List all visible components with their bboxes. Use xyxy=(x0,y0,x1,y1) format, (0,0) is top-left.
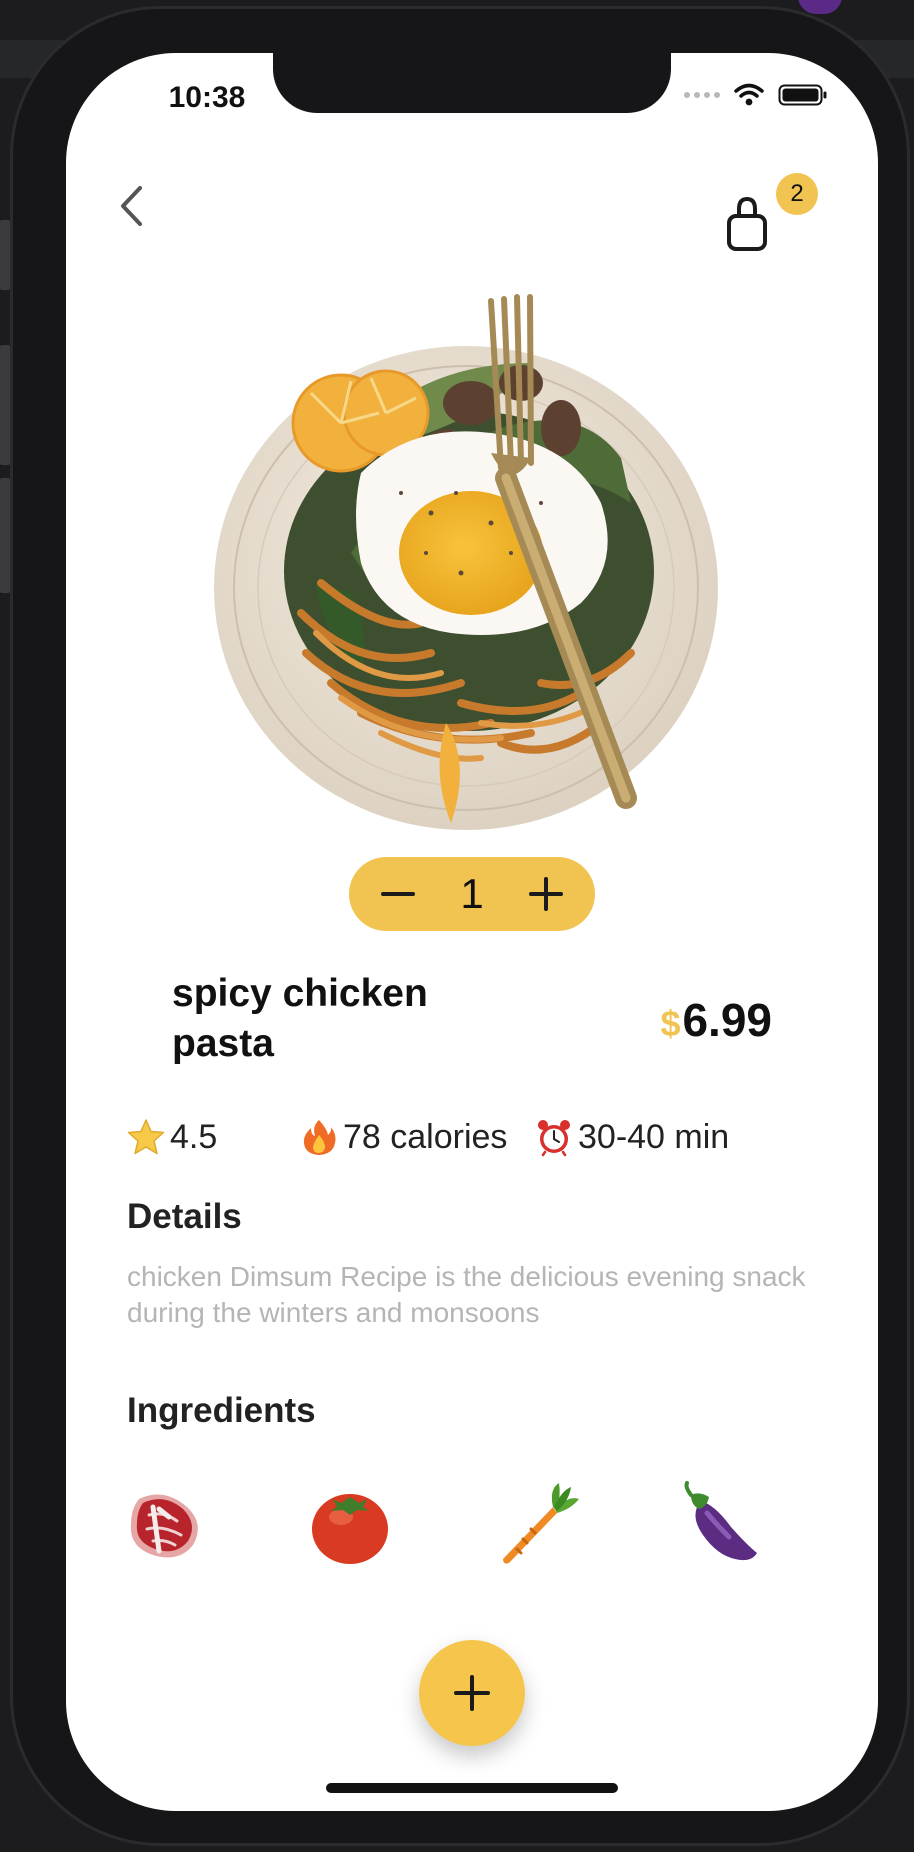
cook-time-text: 30-40 min xyxy=(578,1117,730,1156)
cart-button[interactable] xyxy=(718,195,776,257)
minus-icon xyxy=(381,892,415,896)
back-button[interactable] xyxy=(106,171,156,241)
product-name: spicy chicken pasta xyxy=(172,969,512,1069)
product-name-line2: pasta xyxy=(172,1022,274,1065)
phone-frame: 10:38 2 1 spicy chicken pasta $ 6.99 4.5… xyxy=(10,6,910,1846)
desktop-edge-tab xyxy=(0,345,10,465)
app-screen: 10:38 2 1 spicy chicken pasta $ 6.99 4.5… xyxy=(66,53,878,1811)
details-description: chicken Dimsum Recipe is the delicious e… xyxy=(127,1261,806,1328)
desktop-edge-tab xyxy=(0,220,10,290)
product-info-row: 4.5 78 calories 30-40 min xyxy=(126,1109,838,1165)
wifi-icon xyxy=(734,83,764,106)
tomato-icon xyxy=(312,1494,388,1564)
calories-item: 78 calories xyxy=(299,1109,507,1165)
cart-count-badge: 2 xyxy=(776,173,818,215)
price-value: 6.99 xyxy=(682,994,772,1046)
quantity-stepper: 1 xyxy=(349,857,595,931)
add-to-cart-button[interactable] xyxy=(419,1640,525,1746)
star-icon xyxy=(127,1119,165,1155)
cellular-signal-icon xyxy=(684,92,720,98)
calories-text: 78 calories xyxy=(343,1117,508,1156)
price-currency: $ xyxy=(660,1003,681,1044)
status-time: 10:38 xyxy=(168,81,246,114)
shopping-bag-icon xyxy=(727,196,767,251)
carrot-icon xyxy=(503,1483,579,1564)
ingredients-heading: Ingredients xyxy=(127,1391,316,1430)
product-name-line1: spicy chicken xyxy=(172,972,428,1015)
pasta-plate-image xyxy=(214,294,718,830)
eggplant-icon xyxy=(684,1481,757,1561)
notch xyxy=(273,53,671,113)
plus-icon xyxy=(529,877,563,911)
steak-icon xyxy=(130,1494,198,1558)
alarm-clock-icon xyxy=(538,1120,570,1157)
rating-item: 4.5 xyxy=(126,1109,217,1165)
status-icons xyxy=(684,83,828,107)
battery-icon xyxy=(778,84,827,106)
increase-quantity-button[interactable] xyxy=(509,857,583,931)
chevron-left-icon xyxy=(121,186,142,226)
decrease-quantity-button[interactable] xyxy=(361,857,435,931)
details-heading: Details xyxy=(127,1197,242,1236)
cook-time-item: 30-40 min xyxy=(534,1109,729,1165)
fire-icon xyxy=(303,1120,336,1155)
product-price: $ 6.99 xyxy=(660,993,772,1047)
quantity-value: 1 xyxy=(460,870,484,917)
desktop-edge-tab xyxy=(0,478,10,593)
home-indicator[interactable] xyxy=(326,1783,618,1793)
rating-text: 4.5 xyxy=(170,1117,218,1156)
plus-icon xyxy=(454,1675,490,1711)
